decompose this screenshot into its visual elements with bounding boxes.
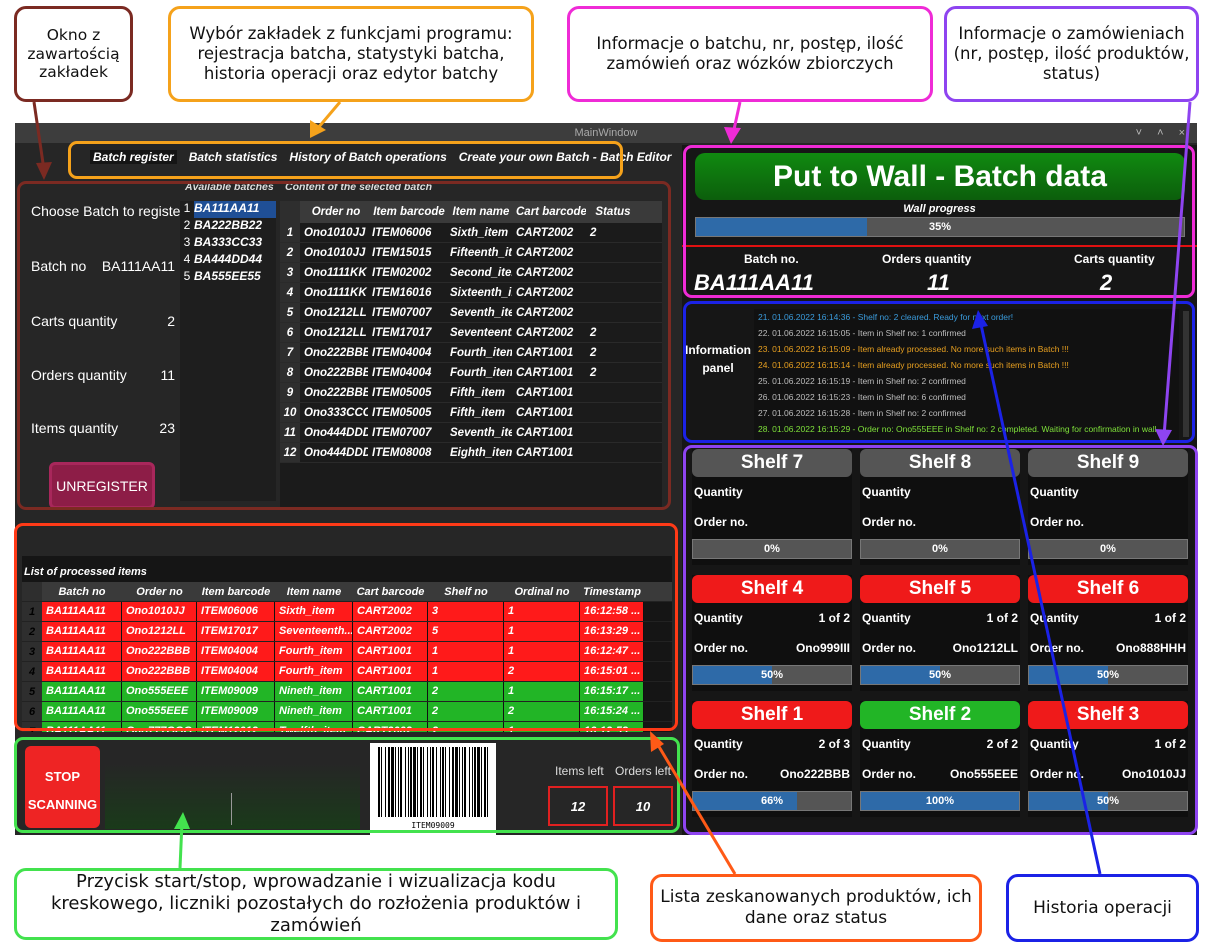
annotation-arrows: [32, 101, 1192, 875]
